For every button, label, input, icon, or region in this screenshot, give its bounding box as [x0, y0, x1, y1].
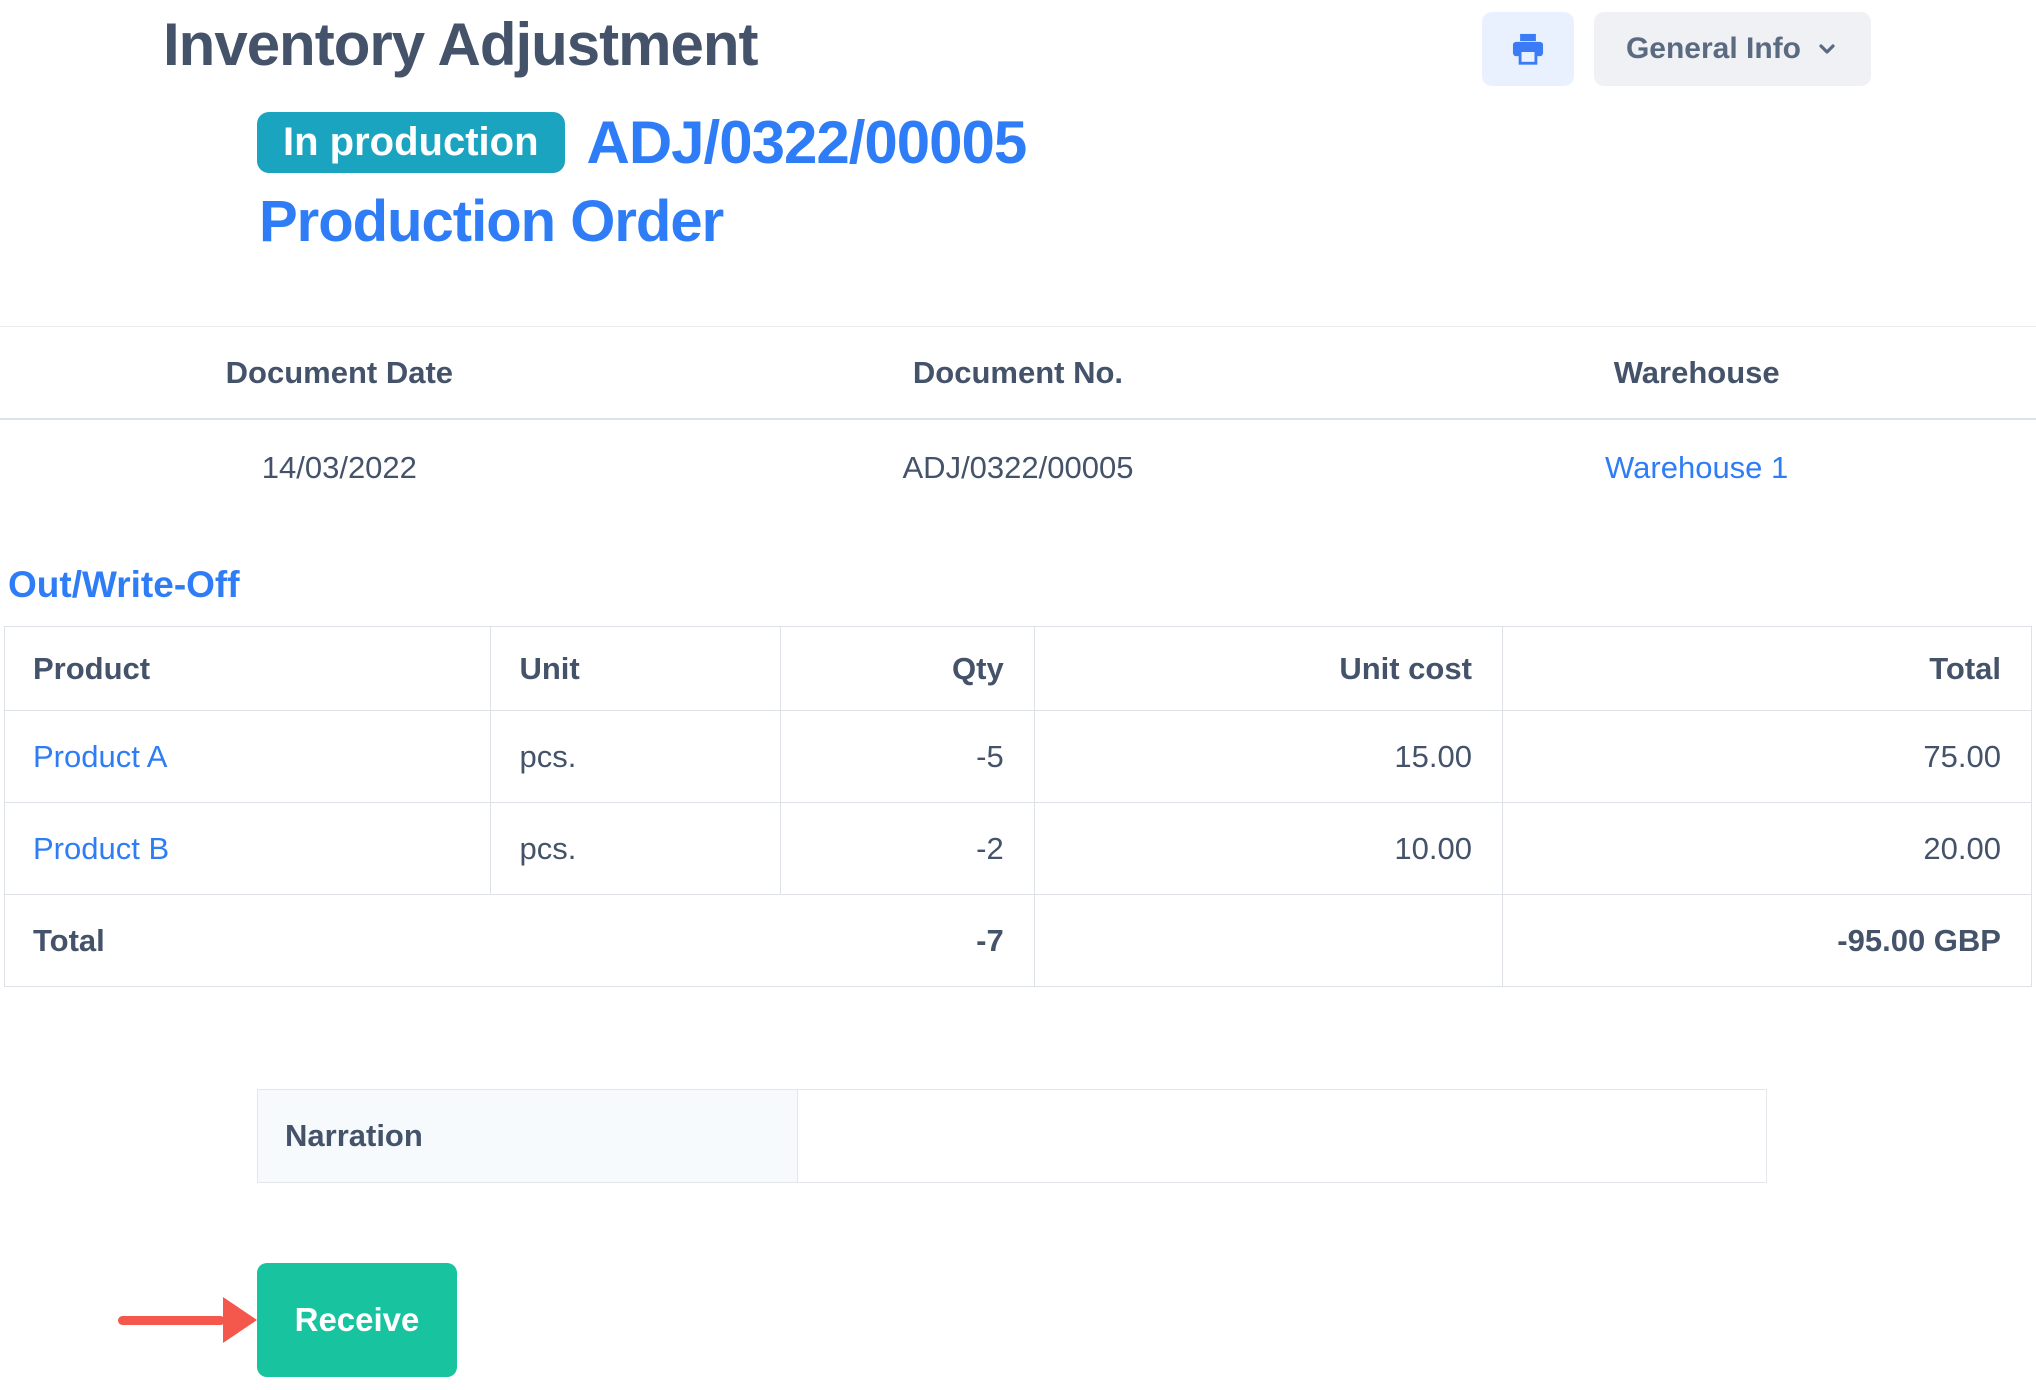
qty-cell: -2 [780, 802, 1035, 895]
unit-cell: pcs. [490, 802, 782, 895]
header-actions: General Info [1481, 12, 1871, 86]
total-label: Total [3, 894, 781, 987]
col-header-product: Product [3, 626, 492, 711]
document-date-value: 14/03/2022 [261, 450, 417, 485]
narration-label: Narration [258, 1090, 798, 1182]
product-link[interactable]: Product A [33, 739, 167, 774]
printer-icon [1509, 30, 1547, 68]
total-cell: 75.00 [1501, 710, 2033, 803]
info-header-document-no: Document No. [912, 354, 1124, 390]
general-info-label: General Info [1625, 32, 1801, 65]
warehouse-link[interactable]: Warehouse 1 [1605, 450, 1788, 485]
print-button[interactable] [1481, 12, 1574, 86]
document-info-table: Document Date Document No. Warehouse 14/… [0, 326, 2036, 516]
total-row: Total -7 -95.00 GBP [3, 894, 2033, 987]
info-header-warehouse: Warehouse [1613, 354, 1780, 390]
inventory-adjustment-page: Inventory Adjustment In production ADJ/0… [0, 0, 2036, 1377]
page-header: Inventory Adjustment In production ADJ/0… [0, 12, 2036, 254]
arrow-head [223, 1297, 257, 1343]
production-order-link[interactable]: Production Order [259, 190, 724, 254]
col-header-unit: Unit [490, 626, 782, 711]
col-header-qty: Qty [780, 626, 1035, 711]
general-info-button[interactable]: General Info [1593, 12, 1871, 86]
col-header-total: Total [1501, 626, 2033, 711]
section-title-out-write-off: Out/Write-Off [8, 564, 240, 605]
arrow-line [118, 1315, 225, 1325]
status-row: In production ADJ/0322/00005 [257, 112, 2036, 173]
status-badge: In production [257, 112, 565, 173]
action-row: Receive [0, 1263, 2036, 1377]
table-row: Product B pcs. -2 10.00 20.00 [3, 802, 2033, 895]
qty-cell: -5 [780, 710, 1035, 803]
red-arrow-right-icon [118, 1297, 257, 1343]
narration-field: Narration [257, 1089, 1767, 1183]
unit-cost-cell: 15.00 [1033, 710, 1503, 803]
total-cell: 20.00 [1501, 802, 2033, 895]
col-header-unit-cost: Unit cost [1033, 626, 1503, 711]
total-qty: -7 [780, 894, 1035, 987]
narration-input[interactable] [798, 1090, 1766, 1182]
document-info-value-row: 14/03/2022 ADJ/0322/00005 Warehouse 1 [0, 420, 2036, 516]
unit-cost-cell: 10.00 [1033, 802, 1503, 895]
receive-button[interactable]: Receive [257, 1263, 457, 1377]
items-table: Product Unit Qty Unit cost Total Product… [3, 626, 2033, 987]
unit-cell: pcs. [490, 710, 782, 803]
chevron-down-icon [1815, 37, 1839, 61]
items-table-header-row: Product Unit Qty Unit cost Total [3, 626, 2033, 711]
info-header-document-date: Document Date [225, 354, 454, 390]
total-unit-cost [1033, 894, 1503, 987]
document-info-header-row: Document Date Document No. Warehouse [0, 326, 2036, 420]
product-link[interactable]: Product B [33, 831, 169, 866]
total-amount: -95.00 GBP [1501, 894, 2033, 987]
document-no-value: ADJ/0322/00005 [902, 450, 1134, 485]
document-number-link[interactable]: ADJ/0322/00005 [587, 112, 1028, 173]
table-row: Product A pcs. -5 15.00 75.00 [3, 710, 2033, 803]
